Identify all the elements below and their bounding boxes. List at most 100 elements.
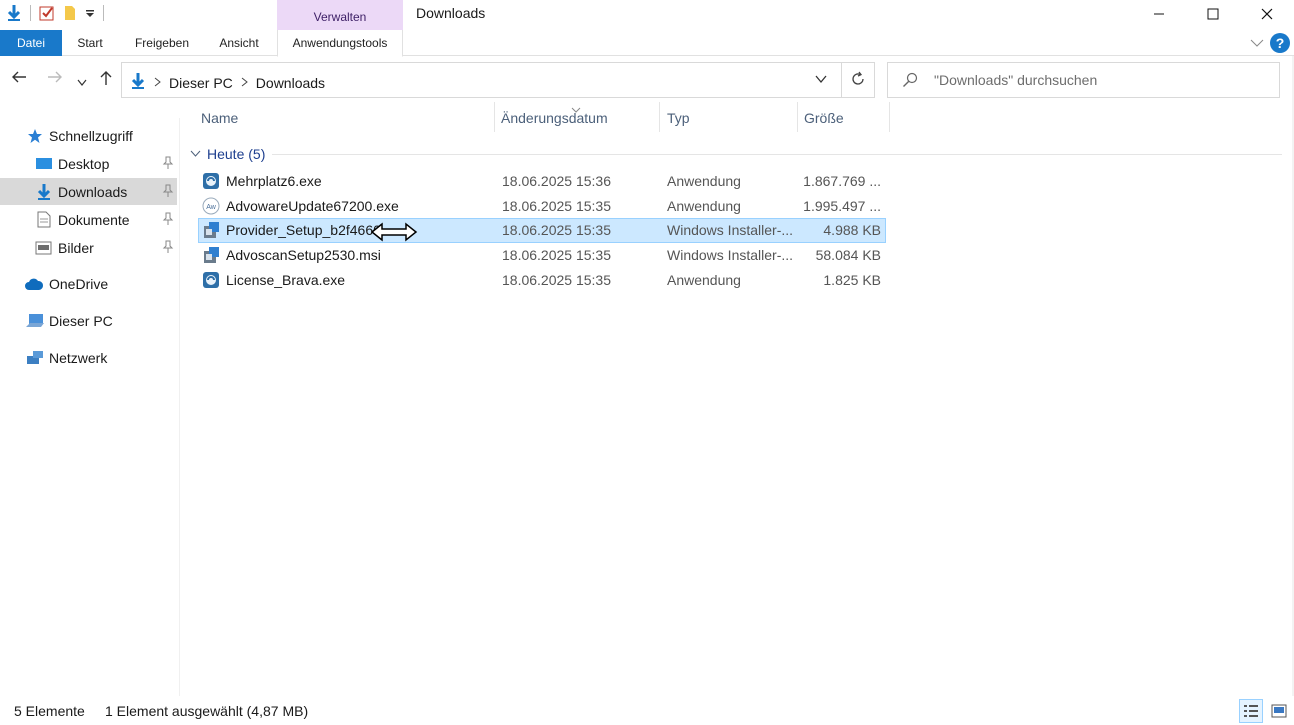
breadcrumb-dieser-pc[interactable]: Dieser PC <box>169 75 233 91</box>
ribbon-tabs: Datei Start Freigeben Ansicht Anwendungs… <box>0 30 1294 57</box>
file-date: 18.06.2025 15:35 <box>502 247 611 263</box>
window-title: Downloads <box>416 5 486 21</box>
msi-icon <box>202 246 220 267</box>
chevron-right-icon[interactable] <box>241 76 248 90</box>
column-header-size[interactable]: Größe <box>804 100 844 136</box>
column-header-date[interactable]: Änderungsdatum <box>501 100 608 136</box>
sidebar-item-downloads[interactable]: Downloads <box>0 178 177 205</box>
sidebar-item-onedrive[interactable]: OneDrive <box>0 270 177 297</box>
file-type: Anwendung <box>667 198 741 214</box>
chevron-down-icon <box>77 79 87 86</box>
document-icon <box>37 211 51 228</box>
close-icon <box>1261 8 1273 20</box>
address-bar[interactable]: Dieser PC Downloads <box>121 62 875 98</box>
group-divider <box>272 154 1282 155</box>
sidebar-item-label: Dieser PC <box>49 312 113 329</box>
address-history-button[interactable] <box>814 72 828 89</box>
group-label: Heute (5) <box>207 146 266 162</box>
column-divider[interactable] <box>889 102 890 132</box>
customize-toolbar-icon[interactable] <box>85 7 95 19</box>
chevron-down-icon <box>815 75 827 84</box>
file-row[interactable]: Aw AdvowareUpdate67200.exe 18.06.2025 15… <box>198 194 886 219</box>
file-size: 1.825 KB <box>823 272 881 288</box>
file-date: 18.06.2025 15:35 <box>502 198 611 214</box>
tab-anwendungstools[interactable]: Anwendungstools <box>277 30 403 57</box>
expand-ribbon-button[interactable] <box>1250 35 1264 51</box>
title-bar: Verwalten Downloads <box>0 0 1294 30</box>
column-divider[interactable] <box>659 102 660 132</box>
file-name: AdvoscanSetup2530.msi <box>226 247 381 263</box>
column-header-type[interactable]: Typ <box>667 100 690 136</box>
navigation-bar: Dieser PC Downloads "Downloads" durchsuc… <box>0 62 1294 98</box>
properties-icon[interactable] <box>39 5 55 21</box>
quick-access-toolbar <box>6 4 104 22</box>
sidebar-item-dieser-pc[interactable]: Dieser PC <box>0 307 177 334</box>
sidebar-item-desktop[interactable]: Desktop <box>0 150 177 177</box>
sidebar-item-label: Dokumente <box>58 211 130 228</box>
svg-text:Aw: Aw <box>206 204 217 211</box>
app-icon <box>202 271 220 292</box>
tab-start[interactable]: Start <box>62 30 118 56</box>
column-divider[interactable] <box>797 102 798 132</box>
close-button[interactable] <box>1240 0 1294 28</box>
desktop-icon <box>35 157 53 171</box>
forward-button[interactable] <box>47 70 63 89</box>
column-divider[interactable] <box>494 102 495 132</box>
advoware-icon: Aw <box>202 197 220 218</box>
navigation-pane: Schnellzugriff Desktop Downloads Dokumen… <box>0 118 180 696</box>
pin-icon[interactable] <box>162 156 174 173</box>
sidebar-item-label: Downloads <box>58 183 128 200</box>
file-row[interactable]: License_Brava.exe 18.06.2025 15:35 Anwen… <box>198 268 886 293</box>
back-button[interactable] <box>11 70 27 89</box>
file-size: 1.867.769 ... <box>803 173 881 189</box>
file-row[interactable]: Provider_Setup_b2f4660 18.06.2025 15:35 … <box>198 218 886 243</box>
sidebar-item-dokumente[interactable]: Dokumente <box>0 206 177 233</box>
maximize-button[interactable] <box>1186 0 1240 28</box>
file-row[interactable]: Mehrplatz6.exe 18.06.2025 15:36 Anwendun… <box>198 169 886 194</box>
computer-icon <box>25 313 45 329</box>
search-icon <box>902 72 918 91</box>
chevron-right-icon[interactable] <box>154 76 161 90</box>
sidebar-item-label: Netzwerk <box>49 349 108 366</box>
breadcrumb-downloads[interactable]: Downloads <box>256 75 325 91</box>
tab-freigeben[interactable]: Freigeben <box>126 30 198 56</box>
pin-icon[interactable] <box>162 240 174 257</box>
minimize-icon <box>1154 13 1164 15</box>
large-icons-view-icon <box>1271 704 1287 718</box>
new-folder-icon[interactable] <box>63 5 77 21</box>
search-placeholder: "Downloads" durchsuchen <box>934 72 1098 88</box>
file-date: 18.06.2025 15:35 <box>502 272 611 288</box>
tab-datei[interactable]: Datei <box>0 30 62 56</box>
breadcrumb: Dieser PC Downloads <box>130 72 325 93</box>
sidebar-item-bilder[interactable]: Bilder <box>0 234 177 261</box>
ribbon-right-controls: ? <box>1250 33 1290 53</box>
group-header-today[interactable]: Heute (5) <box>190 144 265 164</box>
pin-icon[interactable] <box>162 184 174 201</box>
column-header-name[interactable]: Name <box>201 100 238 136</box>
refresh-icon <box>852 71 864 85</box>
app-icon <box>202 172 220 193</box>
file-type: Windows Installer-... <box>667 247 794 263</box>
file-row[interactable]: AdvoscanSetup2530.msi 18.06.2025 15:35 W… <box>198 243 886 268</box>
large-icons-view-button[interactable] <box>1267 699 1291 723</box>
up-button[interactable] <box>99 70 113 91</box>
details-view-button[interactable] <box>1239 699 1263 723</box>
search-input[interactable]: "Downloads" durchsuchen <box>887 62 1280 98</box>
help-button[interactable]: ? <box>1270 33 1290 53</box>
file-size: 4.988 KB <box>823 222 881 238</box>
cloud-icon <box>24 277 44 291</box>
refresh-button[interactable] <box>850 71 866 90</box>
toolbar-divider <box>103 5 104 21</box>
recent-locations-button[interactable] <box>77 74 87 92</box>
file-type: Anwendung <box>667 272 741 288</box>
address-divider <box>841 63 842 97</box>
file-date: 18.06.2025 15:35 <box>502 222 611 238</box>
download-arrow-icon[interactable] <box>6 4 22 22</box>
tab-ansicht[interactable]: Ansicht <box>208 30 270 56</box>
sidebar-item-schnellzugriff[interactable]: Schnellzugriff <box>0 122 177 149</box>
pin-icon[interactable] <box>162 212 174 229</box>
chevron-down-icon <box>1250 39 1264 47</box>
minimize-button[interactable] <box>1132 0 1186 28</box>
sidebar-item-label: Schnellzugriff <box>49 127 133 144</box>
sidebar-item-netzwerk[interactable]: Netzwerk <box>0 344 177 371</box>
